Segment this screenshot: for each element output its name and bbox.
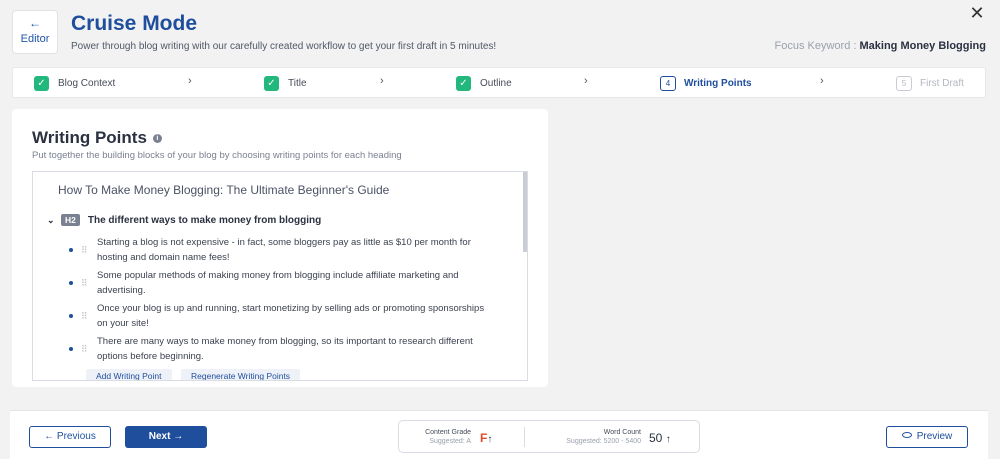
progress-stepper: ✓ Blog Context › ✓ Title › ✓ Outline › 4… [12,67,986,98]
step-outline[interactable]: ✓ Outline [456,75,512,91]
card-title: Writing Points i [32,128,162,148]
step-title[interactable]: ✓ Title [264,75,307,91]
chevron-right-icon: › [380,75,384,87]
chevron-down-icon[interactable]: ⌄ [47,215,57,226]
regenerate-writing-points-button[interactable]: Regenerate Writing Points [181,369,301,380]
bullet-icon [69,248,73,252]
bullet-icon [69,314,73,318]
bullet-icon [69,281,73,285]
top-bar: ← Editor Cruise Mode Power through blog … [0,0,1000,66]
check-icon: ✓ [456,75,471,91]
writing-point[interactable]: ⠿ Starting a blog is not expensive - in … [69,235,499,265]
content-grade-suggested: Suggested: A [429,438,471,445]
scrollbar[interactable] [523,172,527,252]
back-arrow-icon: ← [29,16,41,30]
drag-handle-icon[interactable]: ⠿ [81,279,88,288]
word-count-suggested: Suggested: 5200 - 5400 [566,438,641,445]
writing-point[interactable]: ⠿ Once your blog is up and running, star… [69,301,499,331]
chevron-right-icon: › [584,75,588,87]
card-title-text: Writing Points [32,128,147,147]
next-button[interactable]: Next → [125,426,207,448]
arrow-up-icon: ↑ [487,434,493,445]
blog-title: How To Make Money Blogging: The Ultimate… [58,183,390,197]
preview-button[interactable]: Preview [886,426,968,448]
focus-keyword: Focus Keyword : Making Money Blogging [775,40,986,52]
page-title: Cruise Mode [71,12,198,35]
page-subtitle: Power through blog writing with our care… [71,41,497,52]
step-blog-context[interactable]: ✓ Blog Context [34,75,115,91]
outline-panel: How To Make Money Blogging: The Ultimate… [32,171,528,381]
eye-icon [901,432,912,439]
writing-point-text: Some popular methods of making money fro… [97,270,459,296]
bottom-bar: ← Previous Next → Content Grade Suggeste… [10,410,988,459]
focus-keyword-label: Focus Keyword : [774,40,857,52]
writing-point[interactable]: ⠿ There are many ways to make money from… [69,334,499,364]
check-icon: ✓ [34,75,49,91]
content-grade-value: F↑ [480,431,492,445]
drag-handle-icon[interactable]: ⠿ [81,345,88,354]
h2-badge: H2 [61,214,80,226]
preview-label: Preview [916,431,953,442]
step-writing-points[interactable]: 4 Writing Points [660,75,752,91]
step-label: Writing Points [684,77,752,89]
step-number: 5 [896,75,912,91]
previous-button[interactable]: ← Previous [29,426,111,448]
check-icon: ✓ [264,75,279,91]
word-count-number: 50 [649,431,663,445]
close-icon[interactable]: ✕ [968,4,986,22]
card-subtitle: Put together the building blocks of your… [32,150,402,161]
step-first-draft[interactable]: 5 First Draft [896,75,964,91]
word-count-value: 50 ↑ [649,431,671,445]
step-number: 4 [660,75,676,91]
writing-point-text: Once your blog is up and running, start … [97,303,485,329]
add-writing-point-button[interactable]: Add Writing Point [86,369,172,380]
info-icon[interactable]: i [152,134,162,144]
drag-handle-icon[interactable]: ⠿ [81,312,88,321]
content-metrics: Content Grade Suggested: A F↑ Word Count… [398,420,700,453]
step-label: Blog Context [58,77,116,89]
word-count-label: Word Count [603,429,641,436]
arrow-up-icon: ↑ [665,434,671,445]
heading-text: The different ways to make money from bl… [87,214,322,226]
writing-point-text: There are many ways to make money from b… [97,336,473,362]
step-label: Outline [480,77,512,89]
bullet-icon [69,347,73,351]
content-grade-label: Content Grade [425,429,471,436]
chevron-right-icon: › [188,75,192,87]
chevron-right-icon: › [820,75,824,87]
writing-point-text: Starting a blog is not expensive - in fa… [97,237,471,263]
writing-point[interactable]: ⠿ Some popular methods of making money f… [69,268,499,298]
divider [524,427,525,447]
step-label: Title [288,77,307,89]
writing-points-card: Writing Points i Put together the buildin… [12,109,548,387]
focus-keyword-value: Making Money Blogging [859,40,987,52]
drag-handle-icon[interactable]: ⠿ [81,246,88,255]
heading-row[interactable]: ⌄ H2 The different ways to make money fr… [47,214,321,226]
back-to-editor-button[interactable]: ← Editor [12,10,58,54]
back-to-editor-label: Editor [20,33,50,45]
step-label: First Draft [920,77,964,89]
